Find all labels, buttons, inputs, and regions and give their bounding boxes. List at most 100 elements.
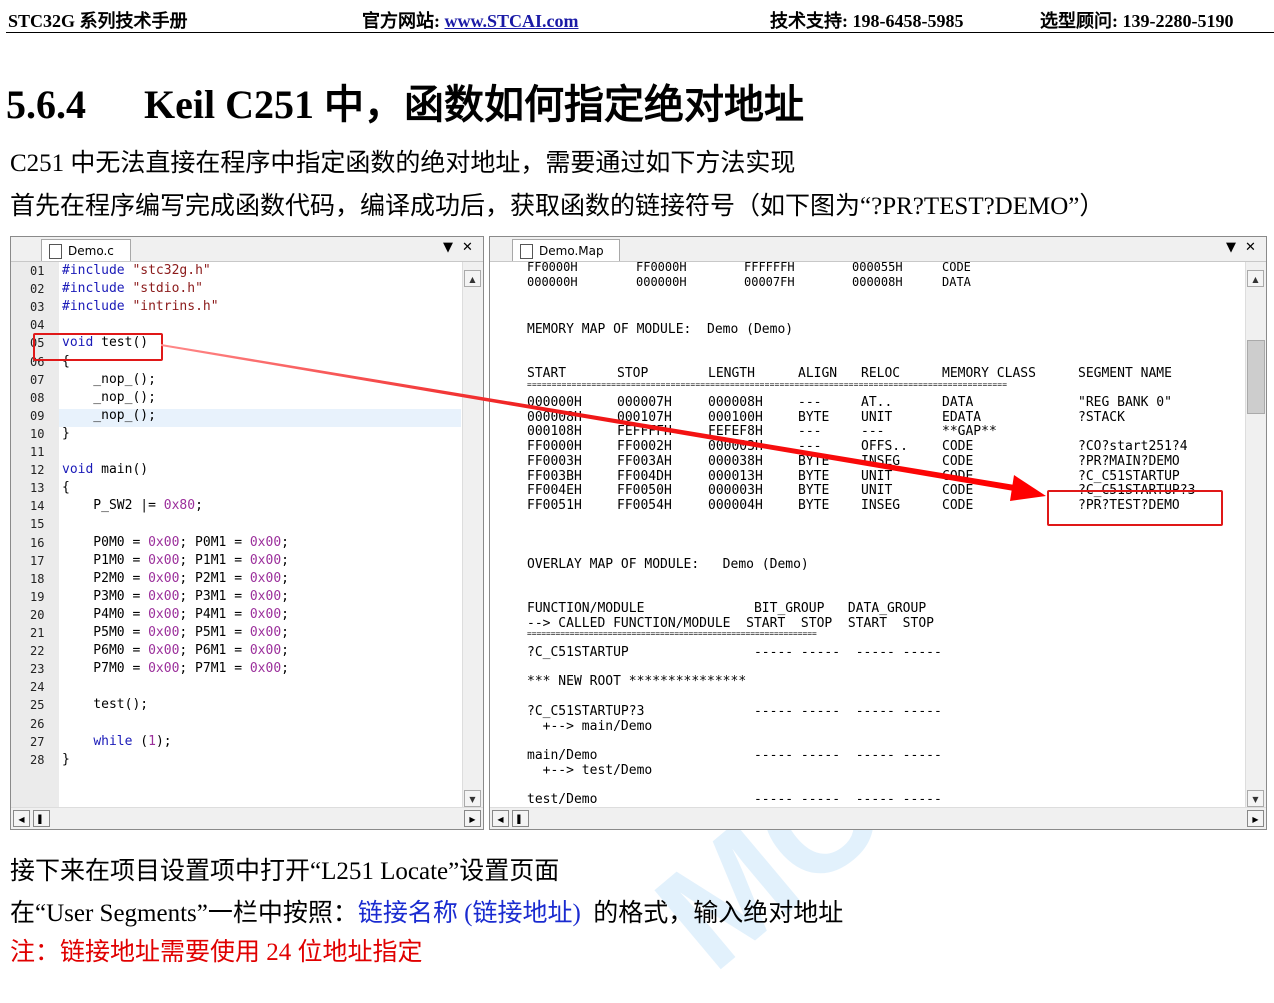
code-line: P4M0 = 0x00; P4M1 = 0x00; — [62, 606, 289, 622]
map-text: CODE — [942, 483, 974, 499]
code-line: P3M0 = 0x00; P3M1 = 0x00; — [62, 588, 289, 604]
scroll-left-icon[interactable]: ◀ — [13, 810, 30, 827]
line-number: 02 — [30, 282, 45, 297]
code-line: test(); — [62, 697, 149, 713]
scroll-right-icon[interactable]: ▶ — [1247, 810, 1264, 827]
map-text: 000008H — [527, 409, 582, 425]
line-number: 14 — [30, 499, 45, 514]
line-number: 26 — [30, 716, 45, 731]
code-line: P1M0 = 0x00; P1M1 = 0x00; — [62, 552, 289, 568]
map-text: 000003H — [708, 483, 763, 499]
map-text: EDATA — [942, 409, 982, 425]
vertical-scrollbar[interactable]: ▲ ▼ — [1245, 262, 1266, 807]
scroll-left-icon[interactable]: ◀ — [492, 810, 509, 827]
map-text: ?CO?start251?4 — [1078, 439, 1188, 455]
map-text: FUNCTION/MODULE BIT_GROUP DATA_GROUP — [527, 601, 927, 616]
map-text: 000008H — [708, 395, 763, 410]
map-text: FF0002H — [617, 439, 672, 455]
horizontal-scrollbar[interactable]: ◀ ▌ ▶ — [11, 807, 483, 829]
editor-panel: Demo.c ▼ ✕ 01 02 03 04 05 06 07 08 09 10 11 12 13 14 1… — [10, 236, 484, 830]
site-link[interactable]: www.STCAI.com — [445, 11, 579, 31]
scroll-down-icon[interactable]: ▼ — [464, 790, 481, 807]
horizontal-scrollbar[interactable]: ◀ ▌ ▶ — [490, 807, 1266, 829]
map-text: UNIT — [861, 483, 893, 499]
note-line: 注：链接地址需要使用 24 位地址指定 — [10, 939, 423, 966]
map-text: OVERLAY MAP OF MODULE: Demo (Demo) — [527, 557, 809, 572]
line-number: 17 — [30, 553, 45, 568]
code-line: P2M0 = 0x00; P2M1 = 0x00; — [62, 570, 289, 586]
line-number: 04 — [30, 318, 45, 333]
editor-tabbar: Demo.c ▼ ✕ — [11, 237, 483, 262]
scroll-thumb[interactable] — [1247, 340, 1265, 414]
scroll-up-icon[interactable]: ▲ — [464, 270, 481, 287]
manual-title: STC32G 系列技术手册 — [8, 11, 188, 31]
map-text: BYTE — [798, 483, 830, 499]
line-number: 07 — [30, 372, 45, 387]
map-text: FF0000H — [636, 262, 687, 274]
line-number: 23 — [30, 662, 45, 677]
map-text: 000000H — [527, 395, 582, 410]
code-line: _nop_(); — [62, 407, 156, 423]
map-text: ALIGN — [798, 366, 838, 381]
line-number: 22 — [30, 644, 45, 659]
code-line: P7M0 = 0x00; P7M1 = 0x00; — [62, 661, 289, 677]
code-line: } — [62, 751, 70, 767]
scroll-down-icon[interactable]: ▼ — [1247, 790, 1264, 807]
tab-dropdown-icon[interactable]: ▼ — [443, 240, 453, 255]
scroll-stop-icon[interactable]: ▌ — [33, 810, 50, 827]
map-text: 000004H — [708, 497, 763, 513]
code-line: void main() — [62, 462, 149, 478]
line-number: 03 — [30, 300, 45, 315]
map-text: CODE — [942, 468, 974, 484]
code-line: P6M0 = 0x00; P6M1 = 0x00; — [62, 643, 289, 659]
tech-support: 技术支持: 198-6458-5985 — [770, 11, 964, 31]
map-text: FF004DH — [617, 468, 672, 484]
scroll-up-icon[interactable]: ▲ — [1247, 270, 1264, 287]
line-number: 13 — [30, 481, 45, 496]
map-text: INSEG — [861, 453, 901, 469]
map-text: 000108H — [527, 424, 582, 440]
map-text: FF003AH — [617, 453, 672, 469]
map-text: +--> main/Demo — [527, 718, 653, 734]
code-line: { — [62, 480, 70, 496]
map-text: 00007FH — [744, 275, 795, 289]
line-number: 27 — [30, 734, 45, 749]
map-text: LENGTH — [708, 366, 755, 381]
line-number: 01 — [30, 264, 45, 278]
map-file-view[interactable]: FF0000H FF0000H FFFFFFH 000055H CODE 000000H 0… — [490, 262, 1244, 807]
map-text: ?STACK — [1078, 409, 1125, 425]
map-text: FF0000H — [527, 439, 582, 455]
map-text: 000107H — [617, 409, 672, 425]
tab-demo-map[interactable]: Demo.Map — [512, 239, 620, 261]
intro-line-1: C251 中无法直接在程序中指定函数的绝对地址，需要通过如下方法实现 — [10, 150, 796, 177]
line-number: 20 — [30, 607, 45, 622]
map-file-icon — [520, 244, 533, 259]
map-text: ?C_C51STARTUP ----- ----- ----- ----- — [527, 645, 942, 660]
tab-demo-c[interactable]: Demo.c — [41, 239, 131, 261]
map-text: FF0051H — [527, 497, 582, 513]
line-number: 16 — [30, 535, 45, 550]
highlight-segment-name — [1047, 490, 1223, 526]
code-line: while (1); — [93, 733, 172, 749]
code-line: _nop_(); — [62, 389, 156, 405]
close-icon[interactable]: ✕ — [462, 240, 473, 255]
scroll-right-icon[interactable]: ▶ — [464, 810, 481, 827]
c-file-icon — [49, 244, 62, 259]
tab-label: Demo.c — [68, 244, 114, 258]
scroll-stop-icon[interactable]: ▌ — [512, 810, 529, 827]
vertical-scrollbar[interactable]: ▲ ▼ — [462, 262, 483, 807]
map-text: 000100H — [708, 409, 763, 425]
line-number: 08 — [30, 390, 45, 405]
map-text: FF0003H — [527, 453, 582, 469]
map-text: FF0050H — [617, 483, 672, 499]
map-text: BYTE — [798, 453, 830, 469]
highlight-test-function — [33, 333, 163, 361]
line-number: 25 — [30, 698, 45, 713]
tab-dropdown-icon[interactable]: ▼ — [1226, 240, 1236, 255]
close-icon[interactable]: ✕ — [1245, 240, 1256, 255]
code-line: P5M0 = 0x00; P5M1 = 0x00; — [62, 625, 289, 640]
map-text: --- — [798, 424, 822, 440]
sales-advisor: 选型顾问: 139-2280-5190 — [1040, 11, 1234, 31]
line-number: 10 — [30, 426, 45, 441]
header-divider — [6, 32, 1274, 33]
